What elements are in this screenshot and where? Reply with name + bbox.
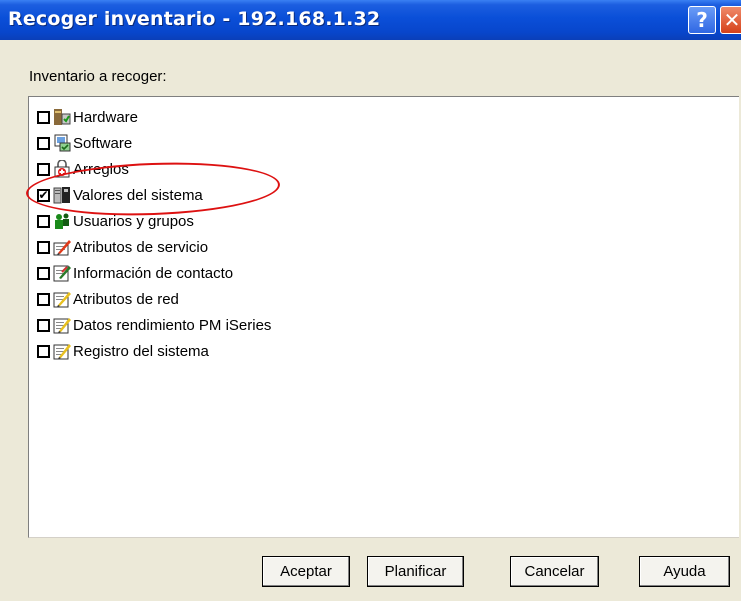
inventory-list: Hardware Software Arreglos ✔ Valores del…	[28, 96, 739, 538]
section-label: Inventario a recoger:	[29, 68, 167, 85]
schedule-button[interactable]: Planificar	[367, 556, 464, 587]
help-title-button[interactable]: ?	[688, 6, 716, 34]
list-item-informacion-de-contacto[interactable]: Información de contacto	[37, 261, 233, 285]
checkbox[interactable]	[37, 266, 50, 280]
network-attributes-icon	[52, 289, 72, 309]
cancel-button[interactable]: Cancelar	[510, 556, 599, 587]
list-item-registro-del-sistema[interactable]: Registro del sistema	[37, 339, 209, 363]
checkbox[interactable]	[37, 344, 50, 358]
service-attributes-icon	[52, 237, 72, 257]
pm-data-icon	[52, 315, 72, 335]
contact-info-icon	[52, 263, 72, 283]
title-bar: Recoger inventario - 192.168.1.32 ? ✕	[0, 0, 741, 40]
checkbox[interactable]	[37, 292, 50, 306]
checkbox[interactable]	[37, 318, 50, 332]
help-button[interactable]: Ayuda	[639, 556, 730, 587]
system-log-icon	[52, 341, 72, 361]
checkbox[interactable]	[37, 136, 50, 150]
item-label: Datos rendimiento PM iSeries	[73, 316, 272, 334]
checkbox[interactable]	[37, 110, 50, 124]
item-label: Registro del sistema	[73, 342, 209, 360]
accept-button[interactable]: Aceptar	[262, 556, 350, 587]
list-item-atributos-de-servicio[interactable]: Atributos de servicio	[37, 235, 208, 259]
users-groups-icon	[52, 211, 72, 231]
item-label: Información de contacto	[73, 264, 234, 282]
window-title: Recoger inventario - 192.168.1.32	[8, 8, 381, 30]
hardware-icon	[52, 107, 72, 127]
list-item-hardware[interactable]: Hardware	[37, 105, 138, 129]
list-item-datos-rendimiento[interactable]: Datos rendimiento PM iSeries	[37, 313, 271, 337]
checkbox[interactable]	[37, 240, 50, 254]
item-label: Hardware	[73, 108, 139, 126]
close-button[interactable]: ✕	[720, 6, 741, 34]
item-label: Atributos de servicio	[73, 238, 209, 256]
checkbox[interactable]	[37, 214, 50, 228]
item-label: Software	[73, 134, 133, 152]
list-item-software[interactable]: Software	[37, 131, 132, 155]
item-label: Atributos de red	[73, 290, 179, 308]
list-item-atributos-de-red[interactable]: Atributos de red	[37, 287, 179, 311]
checkbox[interactable]	[37, 162, 50, 176]
software-icon	[52, 133, 72, 153]
